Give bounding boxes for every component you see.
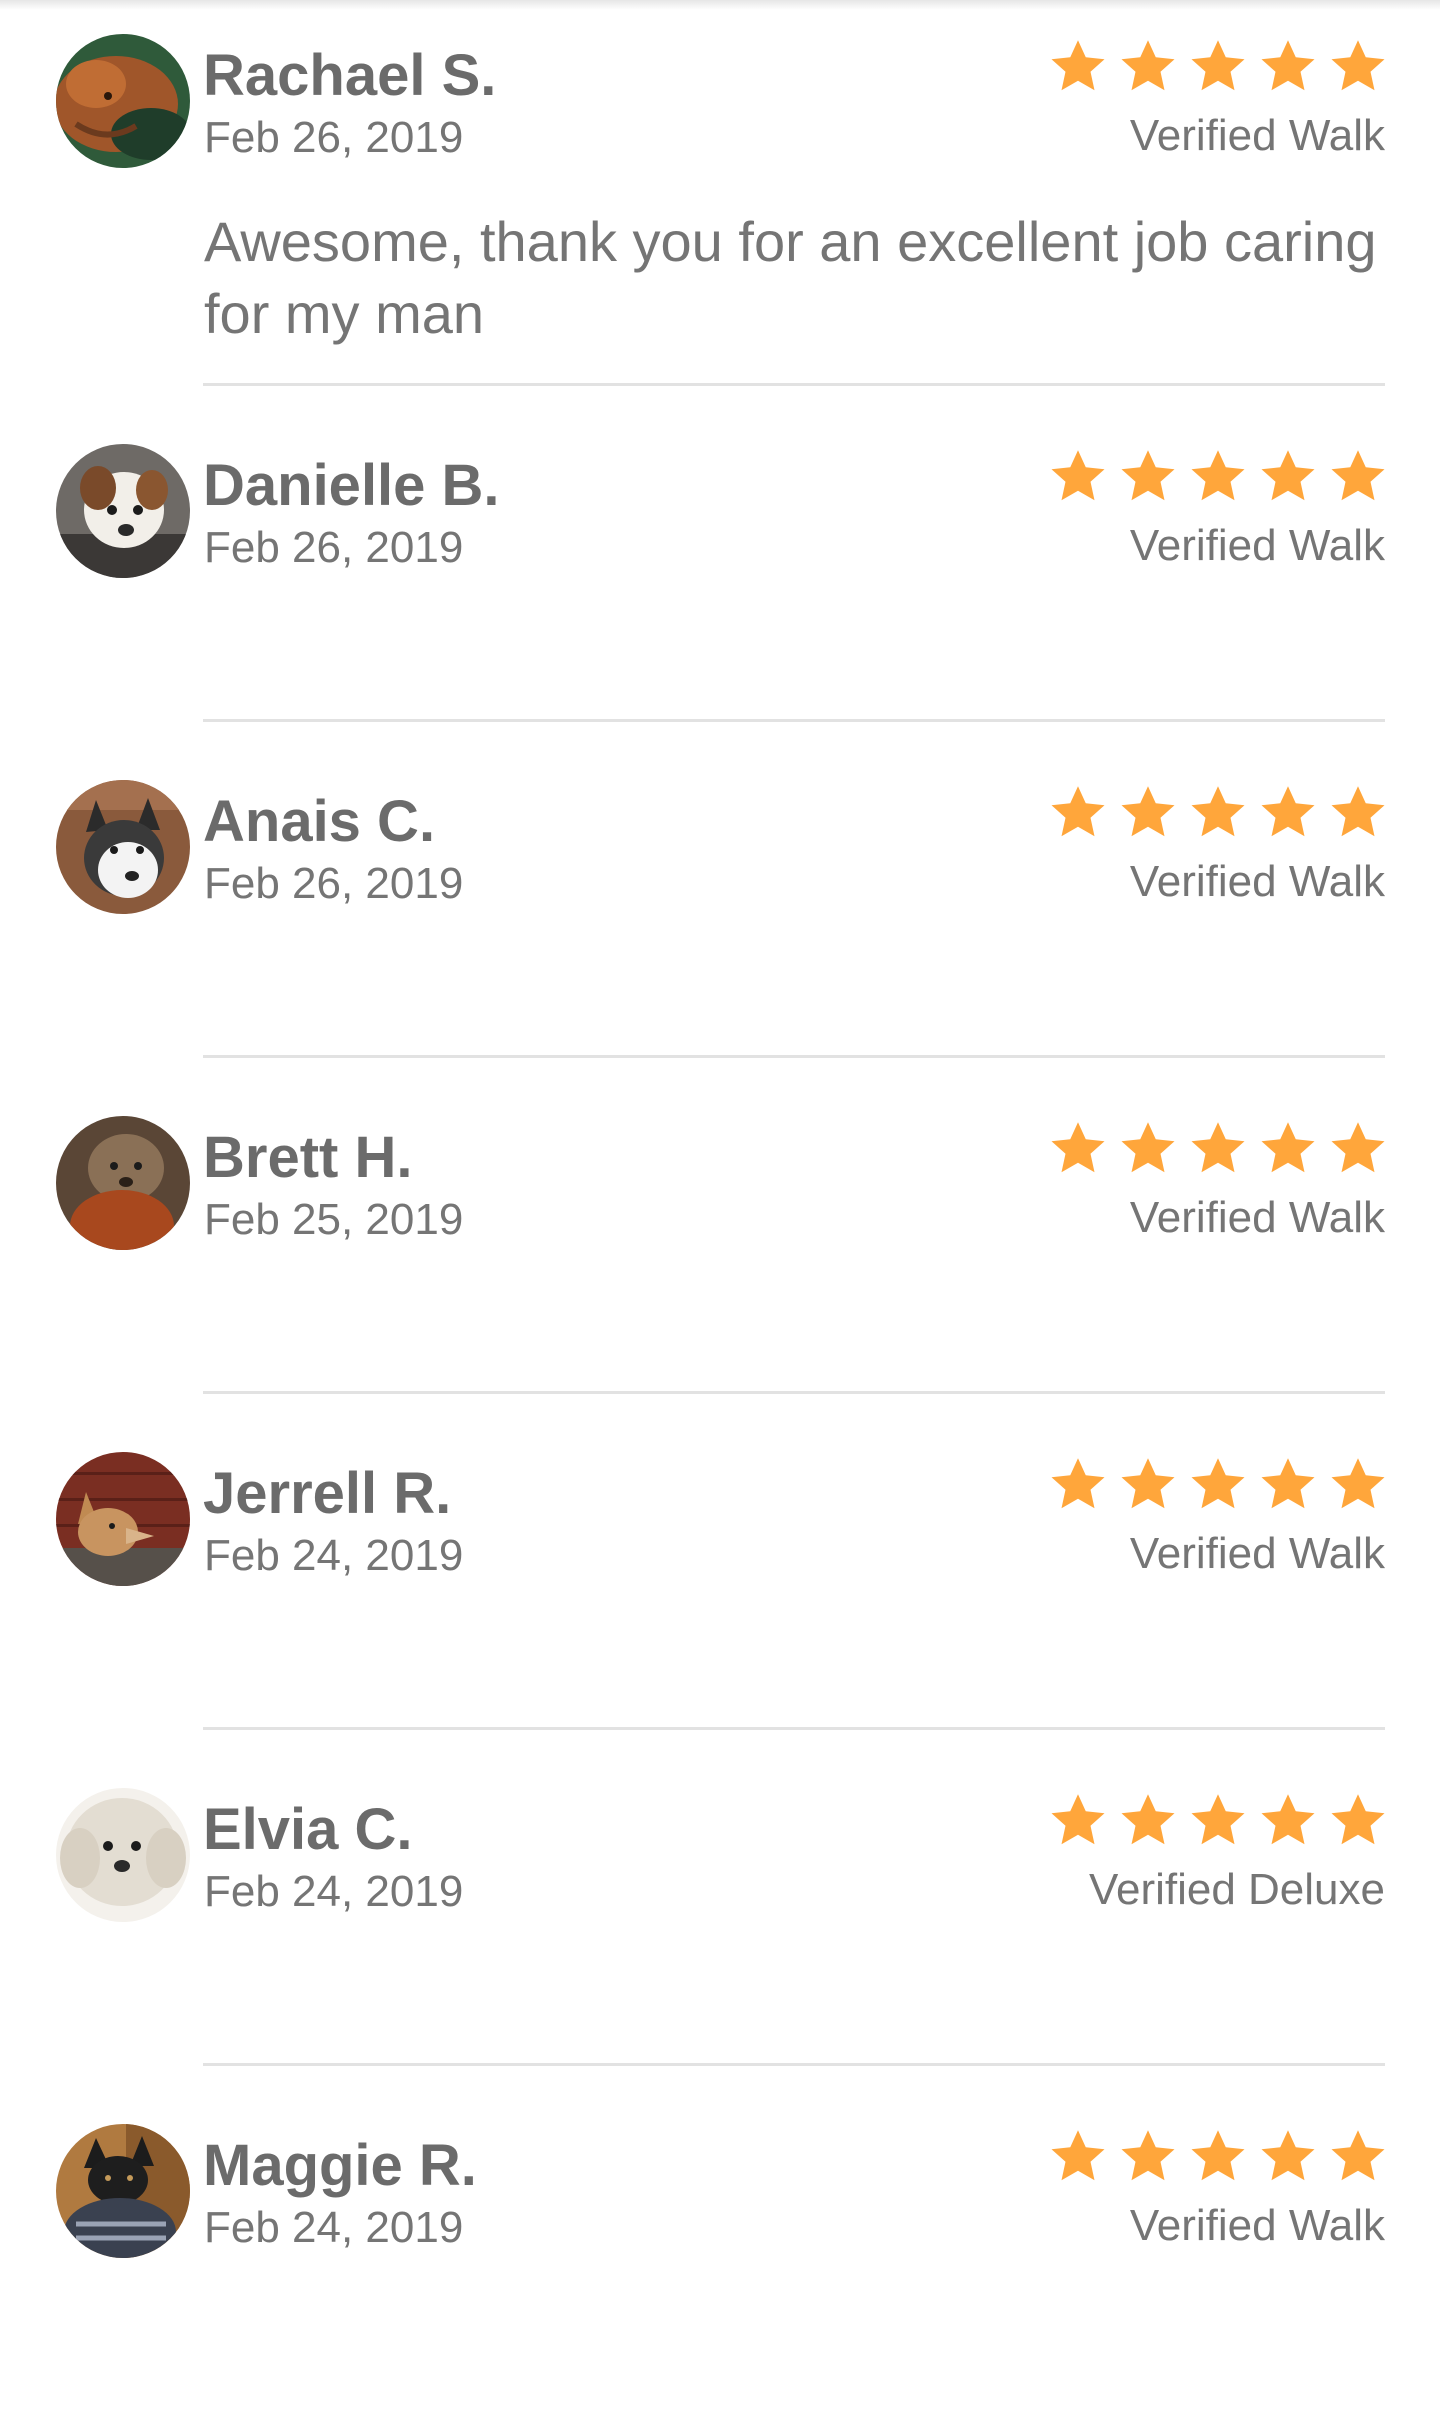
- star-rating: [1048, 2128, 1388, 2188]
- star-icon: [1121, 1122, 1175, 1173]
- reviewer-name: Elvia C.: [203, 1797, 413, 1862]
- divider: [203, 1727, 1385, 1730]
- verification-label: Verified Walk: [1129, 857, 1385, 906]
- review-date: Feb 26, 2019: [204, 523, 464, 572]
- review-item: Brett H. Feb 25, 2019 Verified Walk: [0, 1082, 1440, 1418]
- star-icon: [1121, 2130, 1175, 2181]
- divider: [203, 1391, 1385, 1394]
- avatar[interactable]: [56, 444, 190, 578]
- dog-avatar-black-tan-icon: [56, 2124, 190, 2258]
- star-icon: [1261, 786, 1315, 837]
- star-icon: [1051, 1458, 1105, 1509]
- star-icon: [1191, 1794, 1245, 1845]
- dog-avatar-husky-icon: [56, 780, 190, 914]
- star-icon: [1191, 450, 1245, 501]
- avatar[interactable]: [56, 1116, 190, 1250]
- dog-avatar-shiba-icon: [56, 1452, 190, 1586]
- verification-label: Verified Walk: [1129, 521, 1385, 570]
- avatar[interactable]: [56, 780, 190, 914]
- star-icon: [1051, 450, 1105, 501]
- star-icon: [1051, 786, 1105, 837]
- star-icon: [1121, 450, 1175, 501]
- review-date: Feb 24, 2019: [204, 1867, 464, 1916]
- star-rating: [1048, 448, 1388, 508]
- star-icon: [1331, 40, 1385, 91]
- reviewer-name: Anais C.: [203, 789, 436, 854]
- verification-label: Verified Walk: [1129, 1529, 1385, 1578]
- divider: [203, 383, 1385, 386]
- star-icon: [1191, 40, 1245, 91]
- review-item: Anais C. Feb 26, 2019 Verified Walk: [0, 746, 1440, 1082]
- star-icon: [1331, 786, 1385, 837]
- star-icon: [1191, 2130, 1245, 2181]
- star-icon: [1121, 40, 1175, 91]
- star-icon: [1331, 1458, 1385, 1509]
- star-icon: [1331, 1794, 1385, 1845]
- avatar[interactable]: [56, 2124, 190, 2258]
- star-rating: [1048, 784, 1388, 844]
- star-icon: [1261, 40, 1315, 91]
- reviewer-name: Maggie R.: [203, 2133, 477, 2198]
- reviewer-name: Brett H.: [203, 1125, 413, 1190]
- dog-avatar-doodle-icon: [56, 1788, 190, 1922]
- star-icon: [1261, 1122, 1315, 1173]
- review-date: Feb 26, 2019: [204, 113, 464, 162]
- review-date: Feb 24, 2019: [204, 1531, 464, 1580]
- review-comment: Awesome, thank you for an excellent job …: [204, 210, 1377, 345]
- verification-label: Verified Walk: [1129, 2201, 1385, 2250]
- star-icon: [1121, 786, 1175, 837]
- divider: [203, 2063, 1385, 2066]
- review-item: Elvia C. Feb 24, 2019 Verified Deluxe: [0, 1754, 1440, 2090]
- star-icon: [1191, 1458, 1245, 1509]
- review-item: Rachael S. Feb 26, 2019 Verified Walk Aw…: [0, 0, 1440, 345]
- review-date: Feb 25, 2019: [204, 1195, 464, 1244]
- review-list: Rachael S. Feb 26, 2019 Verified Walk Aw…: [0, 0, 1440, 2340]
- review-item: Danielle B. Feb 26, 2019 Verified Walk: [0, 410, 1440, 746]
- star-icon: [1121, 1794, 1175, 1845]
- star-icon: [1331, 2130, 1385, 2181]
- star-icon: [1191, 1122, 1245, 1173]
- review-item: Maggie R. Feb 24, 2019 Verified Walk: [0, 2090, 1440, 2426]
- dog-avatar-brown-icon: [56, 34, 190, 168]
- star-icon: [1191, 786, 1245, 837]
- review-item: Jerrell R. Feb 24, 2019 Verified Walk: [0, 1418, 1440, 1754]
- divider: [203, 1055, 1385, 1058]
- verification-label: Verified Walk: [1129, 1193, 1385, 1242]
- star-rating: [1048, 1792, 1388, 1852]
- star-icon: [1261, 2130, 1315, 2181]
- star-icon: [1331, 450, 1385, 501]
- star-icon: [1051, 1794, 1105, 1845]
- star-icon: [1331, 1122, 1385, 1173]
- avatar[interactable]: [56, 1788, 190, 1922]
- star-icon: [1261, 450, 1315, 501]
- star-icon: [1261, 1458, 1315, 1509]
- verification-label: Verified Deluxe: [1089, 1865, 1385, 1914]
- star-icon: [1261, 1794, 1315, 1845]
- divider: [203, 719, 1385, 722]
- reviewer-name: Rachael S.: [203, 43, 497, 108]
- star-icon: [1051, 40, 1105, 91]
- reviewer-name: Danielle B.: [203, 453, 500, 518]
- avatar[interactable]: [56, 1452, 190, 1586]
- star-rating: [1048, 1456, 1388, 1516]
- avatar[interactable]: [56, 34, 190, 168]
- reviewer-name: Jerrell R.: [203, 1461, 452, 1526]
- review-date: Feb 26, 2019: [204, 859, 464, 908]
- star-rating: [1048, 1120, 1388, 1180]
- star-icon: [1121, 1458, 1175, 1509]
- star-icon: [1051, 2130, 1105, 2181]
- star-icon: [1051, 1122, 1105, 1173]
- star-rating: [1048, 38, 1388, 98]
- dog-avatar-terrier-icon: [56, 1116, 190, 1250]
- dog-avatar-white-brown-icon: [56, 444, 190, 578]
- verification-label: Verified Walk: [1129, 111, 1385, 160]
- review-date: Feb 24, 2019: [204, 2203, 464, 2252]
